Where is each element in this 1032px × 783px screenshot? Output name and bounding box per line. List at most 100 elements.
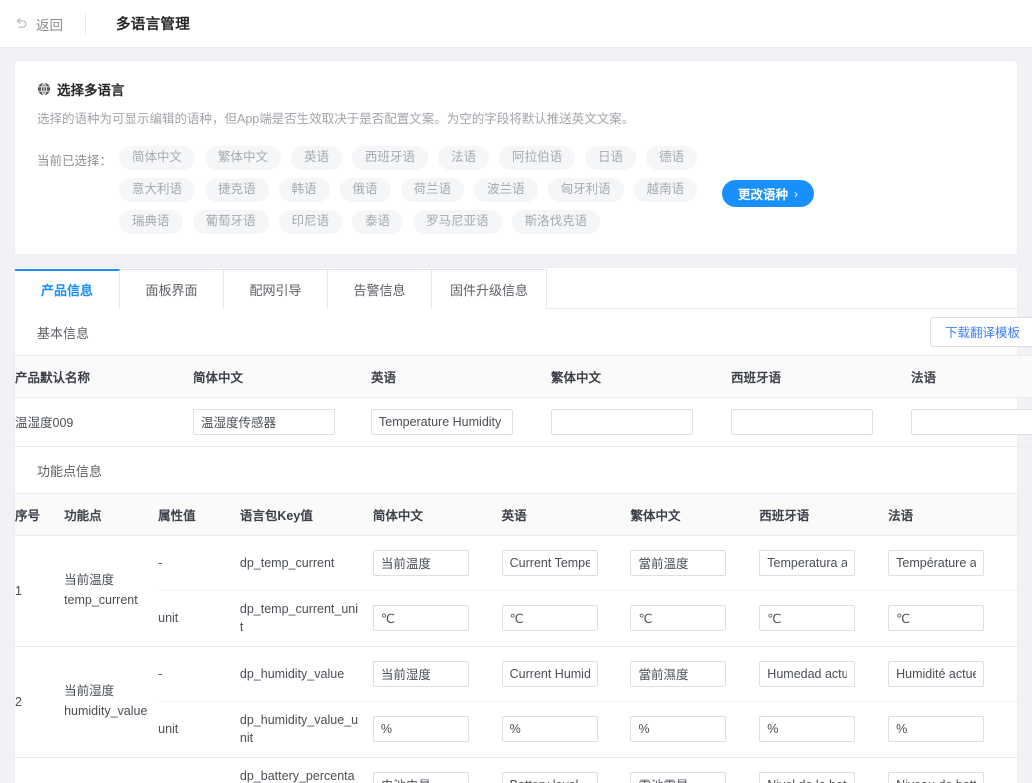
translation-input[interactable]	[502, 661, 598, 687]
translation-cell	[888, 646, 1017, 757]
translation-slot	[759, 536, 888, 591]
translation-input[interactable]	[888, 550, 984, 576]
translation-input[interactable]	[373, 550, 469, 576]
function-point-name: 电池电量battery_percentage	[64, 757, 158, 783]
basic-info-table: 产品默认名称简体中文英语繁体中文西班牙语法语 温湿度009	[15, 355, 1032, 447]
translation-slot	[759, 591, 888, 646]
basic-info-section-header: 基本信息 下载翻译模板	[15, 309, 1017, 355]
attribute-value: unit	[158, 591, 240, 646]
language-key-cell: dp_battery_percentagedp_battery_percenta…	[240, 757, 373, 783]
row-index: 4	[15, 757, 64, 783]
function-name: 当前湿度	[64, 682, 148, 701]
basic-col-header: 产品默认名称	[15, 355, 193, 397]
translation-input[interactable]	[888, 716, 984, 742]
basic-name-cell	[731, 397, 911, 446]
function-name: 当前温度	[64, 571, 148, 590]
basic-name-input[interactable]	[731, 409, 873, 435]
translation-input[interactable]	[502, 550, 598, 576]
language-key-cell: dp_humidity_valuedp_humidity_value_unit	[240, 646, 373, 757]
function-col-header: 功能点	[64, 493, 158, 535]
language-chip: 西班牙语	[352, 146, 428, 170]
tab-3[interactable]: 告警信息	[327, 269, 432, 309]
language-chip: 波兰语	[474, 178, 538, 202]
language-chip: 印尼语	[279, 210, 343, 234]
language-card-header: 选择多语言	[37, 79, 995, 99]
translation-input[interactable]	[630, 605, 726, 631]
translation-input[interactable]	[888, 661, 984, 687]
change-language-button[interactable]: 更改语种 ›	[722, 180, 814, 207]
translation-input[interactable]	[630, 550, 726, 576]
tab-4[interactable]: 固件升级信息	[431, 269, 547, 309]
back-button[interactable]: 返回	[14, 14, 77, 34]
translation-input[interactable]	[502, 716, 598, 742]
translation-input[interactable]	[759, 661, 855, 687]
attribute-value: -	[158, 758, 240, 783]
basic-info-body: 温湿度009	[15, 397, 1032, 446]
language-selection-card: 选择多语言 选择的语种为可显示编辑的语种，但App端是否生效取决于是否配置文案。…	[14, 60, 1018, 255]
language-chip: 越南语	[634, 178, 698, 202]
translation-input[interactable]	[759, 605, 855, 631]
translation-slot	[888, 536, 1017, 591]
translation-input[interactable]	[502, 772, 598, 783]
attribute-value: -	[158, 536, 240, 591]
function-col-header: 属性值	[158, 493, 240, 535]
translation-cell	[373, 535, 502, 646]
translation-input[interactable]	[630, 772, 726, 783]
language-chip: 瑞典语	[119, 210, 183, 234]
tab-bar: 产品信息面板界面配网引导告警信息固件升级信息	[15, 268, 1017, 309]
translation-input[interactable]	[759, 772, 855, 783]
translation-input[interactable]	[888, 772, 984, 783]
function-col-header: 简体中文	[373, 493, 502, 535]
translation-cell	[759, 646, 888, 757]
language-chip: 简体中文	[119, 146, 195, 170]
undo-arrow-icon	[14, 16, 29, 31]
translation-input[interactable]	[502, 605, 598, 631]
basic-name-cell	[371, 397, 551, 446]
translation-input[interactable]	[373, 605, 469, 631]
translation-cell	[759, 757, 888, 783]
language-chip: 法语	[438, 146, 489, 170]
table-row: 温湿度009	[15, 397, 1032, 446]
basic-name-input[interactable]	[551, 409, 693, 435]
translation-cell	[502, 646, 631, 757]
translation-input[interactable]	[630, 661, 726, 687]
basic-name-input[interactable]	[193, 409, 335, 435]
language-chip: 匈牙利语	[548, 178, 624, 202]
translation-slot	[888, 702, 1017, 757]
tab-2[interactable]: 配网引导	[223, 269, 328, 309]
attribute-cell: -unit	[158, 535, 240, 646]
translation-input[interactable]	[759, 716, 855, 742]
translation-slot	[630, 591, 759, 646]
language-key: dp_battery_percentage	[240, 767, 373, 783]
translation-input[interactable]	[759, 550, 855, 576]
translation-input[interactable]	[373, 772, 469, 783]
function-col-header: 序号	[15, 493, 64, 535]
function-col-header: 法语	[888, 493, 1017, 535]
translation-slot	[373, 758, 502, 783]
tab-0[interactable]: 产品信息	[15, 269, 120, 309]
download-template-button[interactable]: 下载翻译模板	[930, 317, 1032, 347]
basic-name-cell	[193, 397, 371, 446]
language-key: dp_humidity_value	[240, 665, 356, 683]
language-key: dp_temp_current	[240, 554, 347, 572]
table-row: 4电池电量battery_percentage-unitdp_battery_p…	[15, 757, 1017, 783]
function-code: humidity_value	[64, 702, 148, 721]
language-chip: 意大利语	[119, 178, 195, 202]
basic-name-input[interactable]	[371, 409, 513, 435]
back-label: 返回	[36, 14, 63, 34]
translation-input[interactable]	[373, 716, 469, 742]
table-row: 2当前湿度humidity_value-unitdp_humidity_valu…	[15, 646, 1017, 757]
translation-slot	[630, 758, 759, 783]
chevron-right-icon: ›	[794, 187, 798, 201]
translation-input[interactable]	[888, 605, 984, 631]
translation-input[interactable]	[373, 661, 469, 687]
function-col-header: 西班牙语	[759, 493, 888, 535]
language-card-description: 选择的语种为可显示编辑的语种，但App端是否生效取决于是否配置文案。为空的字段将…	[37, 110, 995, 129]
translation-input[interactable]	[630, 716, 726, 742]
language-chip: 韩语	[279, 178, 330, 202]
translation-slot	[502, 647, 631, 702]
basic-name-input[interactable]	[911, 409, 1032, 435]
translation-slot	[759, 702, 888, 757]
tab-1[interactable]: 面板界面	[119, 269, 224, 309]
basic-info-title: 基本信息	[37, 323, 89, 342]
